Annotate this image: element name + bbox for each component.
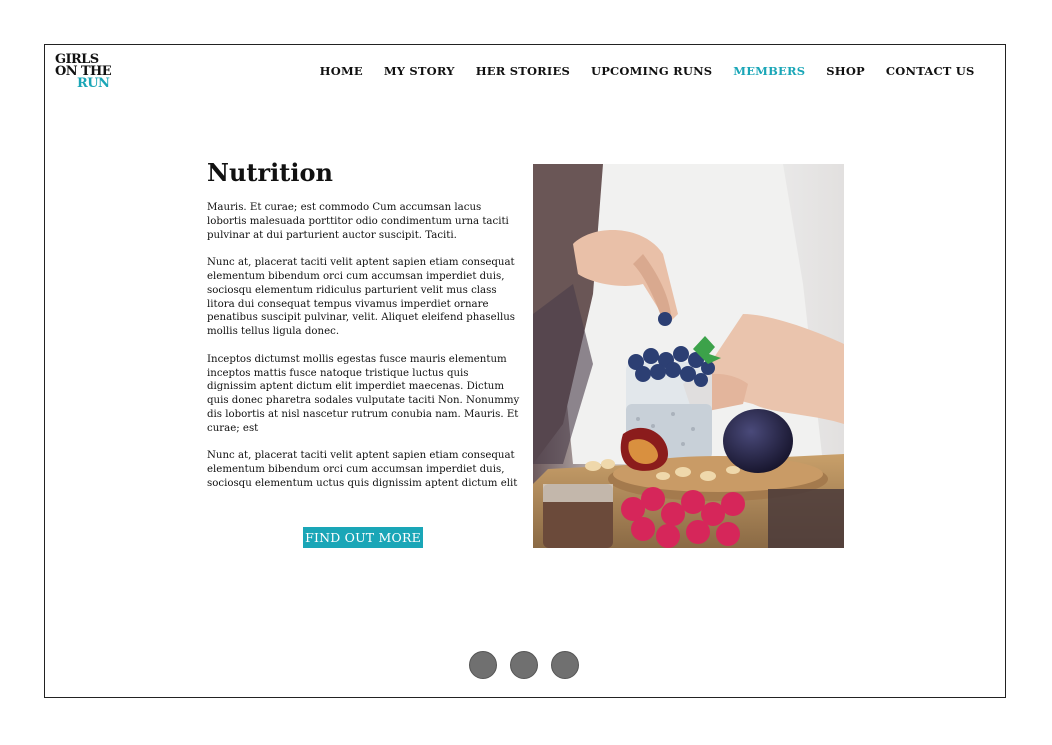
article-body: Mauris. Et curae; est commodo Cum accums…	[207, 201, 521, 505]
carousel-dot[interactable]	[510, 651, 538, 679]
carousel-dot[interactable]	[469, 651, 497, 679]
nav-contact-us[interactable]: CONTACT US	[875, 64, 985, 78]
article-paragraph: Nunc at, placerat taciti velit aptent sa…	[207, 257, 515, 338]
page-title: Nutrition	[207, 158, 333, 187]
nav-members[interactable]: MEMBERS	[723, 64, 816, 78]
nav-home[interactable]: HOME	[309, 64, 373, 78]
main-nav: HOME MY STORY HER STORIES UPCOMING RUNS …	[309, 64, 985, 78]
carousel-dot[interactable]	[551, 651, 579, 679]
nutrition-photo	[533, 164, 844, 548]
nav-shop[interactable]: SHOP	[816, 64, 876, 78]
nav-upcoming-runs[interactable]: UPCOMING RUNS	[580, 64, 722, 78]
article-paragraph: Inceptos dictumst mollis egestas fusce m…	[207, 353, 520, 434]
nav-my-story[interactable]: MY STORY	[373, 64, 465, 78]
article-paragraph: Mauris. Et curae; est commodo Cum accums…	[207, 202, 509, 241]
find-out-more-button[interactable]: FIND OUT MORE	[303, 527, 423, 548]
logo-line-3: RUN	[77, 76, 110, 91]
page-frame: GIRLS ON THE RUN HOME MY STORY HER STORI…	[44, 44, 1006, 698]
nav-her-stories[interactable]: HER STORIES	[465, 64, 580, 78]
article-paragraph: Nunc at, placerat taciti velit aptent sa…	[207, 450, 518, 489]
carousel-dots	[469, 651, 579, 679]
brand-logo[interactable]: GIRLS ON THE RUN	[55, 53, 112, 91]
